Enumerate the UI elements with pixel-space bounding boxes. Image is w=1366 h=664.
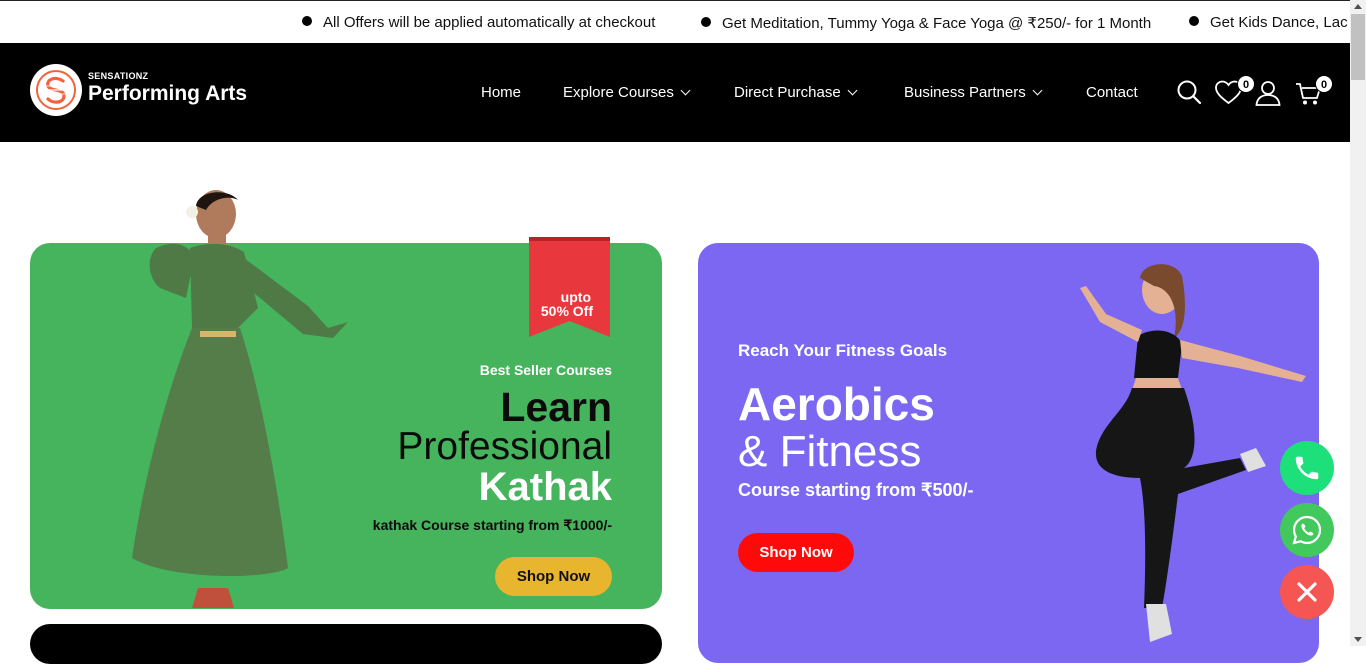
kathak-dancer-image: [132, 190, 348, 608]
ticker-item: Get Meditation, Tummy Yoga & Face Yoga @…: [701, 14, 1151, 32]
discount-ribbon-text: upto 50% Off: [540, 289, 593, 319]
aerobics-heading-line1: Aerobics: [738, 378, 935, 430]
nav-contact[interactable]: Contact: [1086, 84, 1138, 101]
kathak-tag: Best Seller Courses: [479, 362, 612, 378]
whatsapp-button[interactable]: [1280, 503, 1334, 557]
close-icon: [1297, 582, 1317, 602]
brand-logo[interactable]: [30, 64, 82, 116]
brand-tagline: SENSATIONZ: [88, 71, 149, 81]
wishlist-count-badge: 0: [1237, 75, 1255, 93]
main-navbar: SENSATIONZ Performing Arts Home Explore …: [0, 43, 1350, 142]
nav-business-partners[interactable]: Business Partners: [904, 84, 1043, 101]
aerobics-subtitle: Course starting from ₹500/-: [738, 480, 974, 500]
phone-icon: [1295, 456, 1319, 480]
kathak-heading-line3: Kathak: [478, 465, 612, 509]
aerobics-tag: Reach Your Fitness Goals: [738, 341, 948, 360]
ticker-item: Get Kids Dance, Lac: [1189, 14, 1348, 31]
search-icon[interactable]: [1176, 79, 1202, 110]
offers-ticker: All Offers will be applied automatically…: [0, 0, 1350, 43]
account-icon[interactable]: [1255, 80, 1281, 111]
close-floating-menu-button[interactable]: [1280, 565, 1334, 619]
discount-ribbon: [529, 237, 610, 337]
brand-logo-icon: [36, 70, 76, 110]
scrollbar-thumb[interactable]: [1351, 14, 1365, 80]
ticker-item: All Offers will be applied automatically…: [302, 14, 655, 31]
chevron-down-icon: [847, 85, 858, 96]
bullet-icon: [302, 16, 312, 26]
aerobics-heading-line2: & Fitness: [738, 427, 922, 476]
brand-name[interactable]: Performing Arts: [88, 82, 247, 106]
nav-explore-courses[interactable]: Explore Courses: [563, 84, 691, 101]
chevron-down-icon: [680, 85, 691, 96]
kathak-heading-line1: Learn: [500, 384, 612, 430]
kathak-shop-now-button[interactable]: Shop Now: [495, 557, 612, 596]
scroll-down-arrow-icon[interactable]: [1354, 637, 1362, 642]
phone-call-button[interactable]: [1280, 441, 1334, 495]
kathak-heading-line2: Professional: [397, 425, 612, 468]
bullet-icon: [1189, 16, 1199, 26]
whatsapp-icon: [1292, 515, 1322, 545]
nav-home[interactable]: Home: [481, 84, 521, 101]
next-promo-card[interactable]: [30, 624, 662, 664]
scroll-up-arrow-icon[interactable]: [1354, 4, 1362, 9]
bullet-icon: [701, 17, 711, 27]
kathak-subtitle: kathak Course starting from ₹1000/-: [372, 517, 612, 533]
nav-direct-purchase[interactable]: Direct Purchase: [734, 84, 858, 101]
aerobics-shop-now-button[interactable]: Shop Now: [738, 533, 854, 572]
page-scrollbar[interactable]: [1350, 0, 1366, 646]
chevron-down-icon: [1032, 85, 1043, 96]
cart-count-badge: 0: [1315, 75, 1333, 93]
